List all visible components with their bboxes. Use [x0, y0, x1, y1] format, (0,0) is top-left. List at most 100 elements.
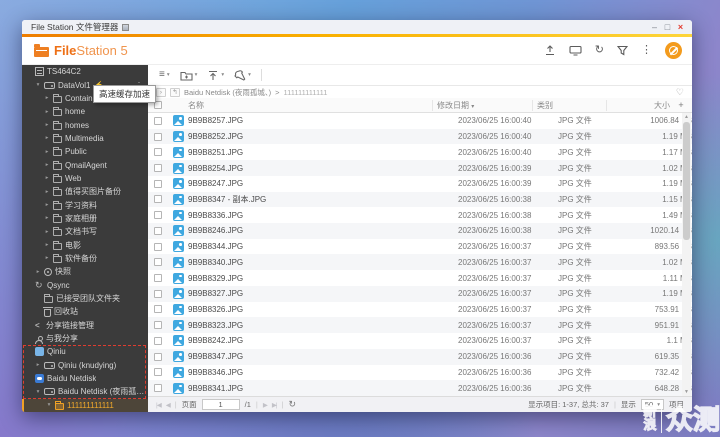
table-row[interactable]: 9B9B8254.JPG 2023/06/25 16:00:39 JPG 文件 1.0… — [148, 160, 692, 176]
sidebar-item[interactable]: ▸ home — [22, 105, 148, 118]
sidebar-item[interactable]: ▾ 111111111111 — [22, 398, 148, 412]
first-page-button[interactable]: |◀ — [156, 401, 162, 409]
sidebar-item[interactable]: ▸ Qiniu (knudying) — [22, 359, 148, 372]
row-checkbox[interactable] — [154, 258, 162, 267]
sidebar-item[interactable]: Qiniu — [22, 345, 148, 358]
sidebar-item[interactable]: ▸ 学习资料 — [22, 198, 148, 211]
remote-display-icon[interactable] — [569, 45, 582, 56]
scroll-down-icon[interactable]: ▼ — [682, 389, 691, 395]
folder-icon — [53, 120, 62, 130]
minimize-button[interactable]: – — [648, 22, 661, 33]
filter-icon[interactable] — [617, 45, 628, 56]
row-checkbox[interactable] — [154, 195, 162, 204]
sidebar-item[interactable]: ▾ Baidu Netdisk (夜雨孤城、) — [22, 385, 148, 398]
maximize-button[interactable]: □ — [661, 22, 674, 33]
row-checkbox[interactable] — [154, 289, 162, 298]
view-mode-button[interactable]: ≡ ▾ — [156, 68, 173, 82]
table-row[interactable]: 9B9B8336.JPG 2023/06/25 16:00:38 JPG 文件 1.4… — [148, 207, 692, 223]
table-row[interactable]: 9B9B8246.JPG 2023/06/25 16:00:38 JPG 文件 102… — [148, 223, 692, 239]
page-size-select[interactable]: 50 ▾ — [640, 399, 664, 410]
tools-button[interactable]: ▾ — [231, 68, 254, 83]
image-file-icon — [172, 209, 184, 221]
table-row[interactable]: 9B9B8252.JPG 2023/06/25 16:00:40 JPG 文件 1.1… — [148, 128, 692, 145]
sidebar-item[interactable]: ▸ 电影 — [22, 238, 148, 251]
table-row[interactable]: 9B9B8347 - 副本.JPG 2023/06/25 16:00:38 JPG … — [148, 191, 692, 208]
row-checkbox[interactable] — [154, 384, 162, 393]
titlebar[interactable]: File Station 文件管理器 – □ × — [22, 20, 692, 34]
refresh-icon[interactable]: ↻ — [595, 45, 604, 56]
sidebar-item[interactable]: ↻ Qsync — [22, 279, 148, 292]
sidebar-item[interactable]: < 分享链接管理 — [22, 319, 148, 332]
last-page-button[interactable]: ▶| — [272, 401, 278, 409]
sidebar-item[interactable]: 已接受团队文件夹 — [22, 292, 148, 305]
go-up-button[interactable]: ↰ — [170, 87, 180, 97]
sidebar-item[interactable]: 与我分享 — [22, 332, 148, 345]
file-date: 2023/06/25 16:00:40 — [458, 116, 532, 126]
scrollbar-thumb[interactable] — [683, 122, 690, 240]
table-row[interactable]: 9B9B8346.JPG 2023/06/25 16:00:36 JPG 文件 732… — [148, 365, 692, 381]
sidebar-item[interactable]: ▸ 家庭相册 — [22, 212, 148, 225]
sidebar-item[interactable]: ▸ QmailAgent — [22, 158, 148, 171]
filestation-logo-icon — [34, 43, 49, 57]
sidebar-item[interactable]: Baidu Netdisk — [22, 372, 148, 385]
table-row[interactable]: 9B9B8323.JPG 2023/06/25 16:00:37 JPG 文件 951… — [148, 317, 692, 334]
sidebar-item[interactable]: ▸ Public — [22, 145, 148, 158]
table-row[interactable]: 9B9B8329.JPG 2023/06/25 16:00:37 JPG 文件 1.1… — [148, 270, 692, 286]
more-menu-icon[interactable]: ⋮ — [641, 45, 652, 56]
forward-button[interactable]: › — [156, 87, 166, 97]
row-checkbox[interactable] — [154, 179, 162, 188]
prev-page-button[interactable]: ◀ — [166, 401, 171, 409]
table-row[interactable]: 9B9B8257.JPG 2023/06/25 16:00:40 JPG 文件 100… — [148, 113, 692, 129]
vertical-scrollbar[interactable]: ▲ ▼ — [682, 113, 691, 396]
row-checkbox[interactable] — [154, 132, 162, 141]
table-row[interactable]: 9B9B8327.JPG 2023/06/25 16:00:37 JPG 文件 1.1… — [148, 285, 692, 302]
add-column-button[interactable]: + — [670, 100, 692, 110]
create-folder-button[interactable]: ▾ — [177, 68, 201, 83]
table-row[interactable]: 9B9B8251.JPG 2023/06/25 16:00:40 JPG 文件 1.1… — [148, 144, 692, 160]
column-type[interactable]: 类别 — [532, 99, 606, 111]
row-checkbox[interactable] — [154, 242, 162, 251]
close-button[interactable]: × — [674, 22, 687, 33]
sidebar-item[interactable]: TS464C2 — [22, 65, 148, 78]
column-date[interactable]: 修改日期 ▾ — [432, 99, 532, 111]
table-row[interactable]: 9B9B8341.JPG 2023/06/25 16:00:36 JPG 文件 648… — [148, 380, 692, 396]
table-row[interactable]: 9B9B8247.JPG 2023/06/25 16:00:39 JPG 文件 1.1… — [148, 176, 692, 192]
table-row[interactable]: 9B9B8347.JPG 2023/06/25 16:00:36 JPG 文件 619… — [148, 348, 692, 365]
favorite-heart-icon[interactable]: ♡ — [676, 87, 684, 98]
user-avatar[interactable] — [665, 42, 682, 59]
upload-button[interactable]: ▾ — [204, 68, 227, 83]
next-page-button[interactable]: ▶ — [263, 401, 268, 409]
table-row[interactable]: 9B9B8242.JPG 2023/06/25 16:00:37 JPG 文件 1.1… — [148, 333, 692, 349]
new-folder-icon — [180, 71, 193, 81]
row-checkbox[interactable] — [154, 352, 162, 361]
row-checkbox[interactable] — [154, 211, 162, 220]
row-checkbox[interactable] — [154, 321, 162, 330]
page-number-input[interactable] — [201, 399, 240, 410]
table-row[interactable]: 9B9B8344.JPG 2023/06/25 16:00:37 JPG 文件 893… — [148, 239, 692, 255]
row-checkbox[interactable] — [154, 226, 162, 235]
row-checkbox[interactable] — [154, 336, 162, 345]
row-checkbox[interactable] — [154, 368, 162, 377]
sidebar-item[interactable]: ▸ homes — [22, 118, 148, 131]
sidebar-item[interactable]: ▸ Web — [22, 172, 148, 185]
background-task-icon[interactable] — [544, 45, 556, 56]
refresh-list-icon[interactable]: ↻ — [289, 399, 297, 410]
file-name: 9B9B8257.JPG — [188, 116, 244, 126]
row-checkbox[interactable] — [154, 164, 162, 173]
row-checkbox[interactable] — [154, 116, 162, 125]
sidebar-item[interactable]: ▸ 软件备份 — [22, 252, 148, 265]
row-checkbox[interactable] — [154, 305, 162, 314]
row-checkbox[interactable] — [154, 274, 162, 283]
sidebar-item[interactable]: 回收站 — [22, 305, 148, 318]
breadcrumb-root[interactable]: Baidu Netdisk (夜雨孤城、) — [184, 87, 271, 98]
table-row[interactable]: 9B9B8340.JPG 2023/06/25 16:00:37 JPG 文件 1.0… — [148, 254, 692, 271]
scroll-up-icon[interactable]: ▲ — [682, 114, 691, 120]
row-checkbox[interactable] — [154, 148, 162, 157]
sidebar-item[interactable]: ▸ Multimedia — [22, 132, 148, 145]
sidebar-item[interactable]: ▸ 值得买图片备份 — [22, 185, 148, 198]
table-row[interactable]: 9B9B8326.JPG 2023/06/25 16:00:37 JPG 文件 753… — [148, 302, 692, 318]
column-name[interactable]: 名称 — [188, 100, 432, 111]
sidebar-item[interactable]: ▸ 文档书写 — [22, 225, 148, 238]
sidebar-item[interactable]: ▸ 快照 — [22, 265, 148, 278]
column-size[interactable]: 大小 — [606, 99, 670, 111]
